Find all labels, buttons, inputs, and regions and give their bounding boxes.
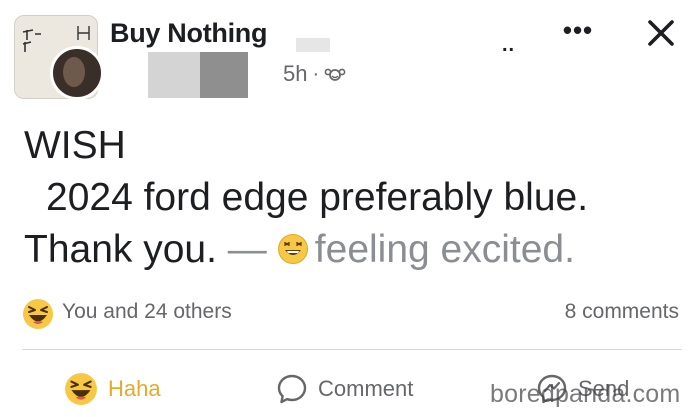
excited-emoji-icon [277, 234, 308, 264]
cover-letter-icon [77, 26, 90, 40]
comment-button[interactable]: Comment [276, 370, 413, 408]
post-thanks-text: Thank you. [24, 228, 217, 271]
avatar-photo [63, 57, 85, 87]
post-line-thanks: Thank you. — feeling excited. [24, 224, 684, 276]
post-timestamp[interactable]: 5h [283, 61, 307, 87]
post-meta: 5h · [283, 61, 346, 87]
cover-sketch-icon [22, 29, 41, 52]
group-audience-icon [324, 68, 346, 81]
haha-button-label: Haha [108, 376, 161, 401]
redaction-block [148, 52, 200, 98]
redaction-block [200, 52, 248, 98]
group-name[interactable]: Buy Nothing [110, 18, 267, 49]
reaction-count[interactable]: You and 24 others [62, 300, 232, 324]
haha-button-icon [65, 373, 97, 405]
author-avatar[interactable] [50, 46, 104, 100]
action-divider [22, 349, 682, 350]
redacted-author-name [148, 38, 330, 98]
close-icon [648, 20, 674, 46]
comment-icon [277, 374, 307, 404]
post-header: Buy Nothing 5h · .. ••• [0, 0, 700, 105]
comments-count[interactable]: 8 comments [565, 300, 679, 324]
reactions-summary: You and 24 others 8 comments [22, 294, 682, 334]
haha-emoji-icon[interactable] [22, 298, 54, 330]
redaction-block [296, 38, 330, 52]
feeling-dash: — [227, 228, 267, 271]
feeling-text[interactable]: feeling excited. [315, 228, 575, 271]
meta-separator: · [312, 62, 320, 85]
post-line-request: 2024 ford edge preferably blue. [46, 176, 589, 219]
more-options-button[interactable]: ••• [556, 14, 600, 46]
haha-reaction-button[interactable]: Haha [64, 370, 161, 408]
comment-button-label: Comment [318, 376, 414, 401]
close-button[interactable] [638, 10, 684, 56]
status-dots: .. [502, 34, 516, 56]
post-text: WISH 2024 ford edge preferably blue. Tha… [24, 120, 684, 276]
source-watermark: boredpanda.com [490, 380, 681, 408]
post-line-wish: WISH [24, 124, 126, 167]
